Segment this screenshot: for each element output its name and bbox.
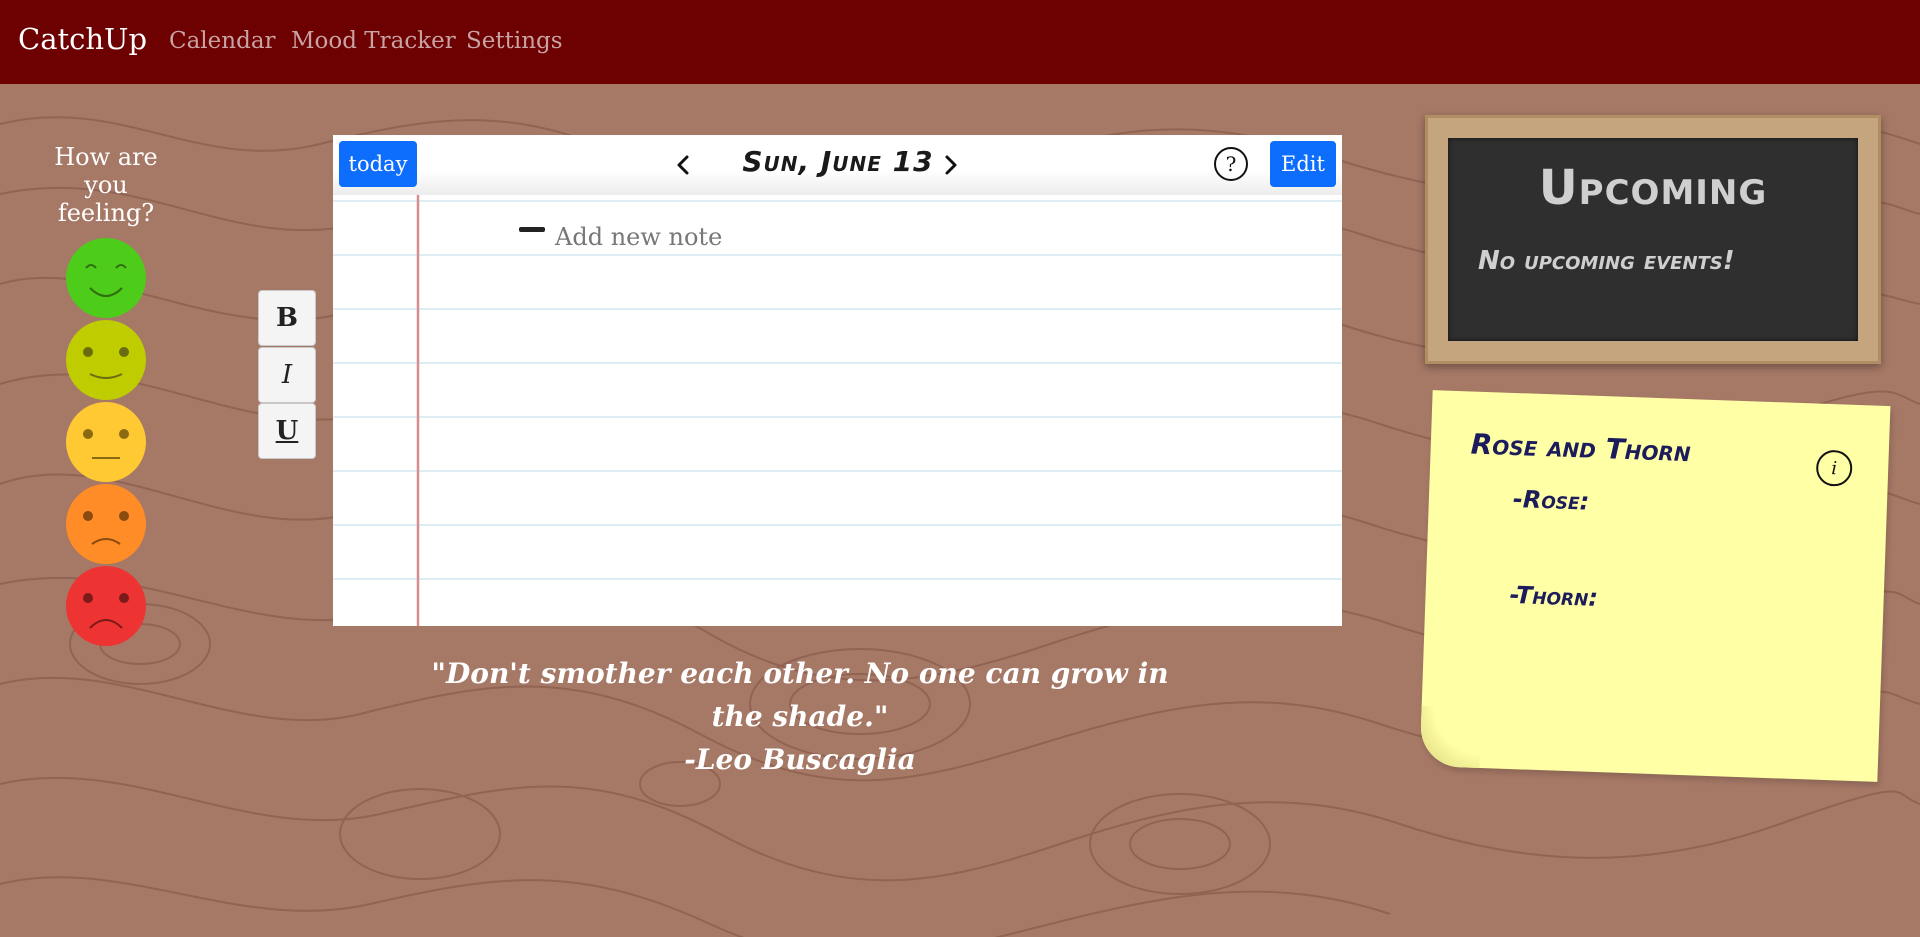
nav-link-calendar[interactable]: Calendar <box>169 28 276 54</box>
prev-day-button[interactable] <box>669 149 697 181</box>
happy-face-icon <box>66 320 146 400</box>
notebook-header: today Sun, June 13 ? Edit <box>333 135 1342 195</box>
add-note-row[interactable]: Add new note <box>519 223 722 251</box>
sad-face-icon <box>66 484 146 564</box>
neutral-face-icon <box>66 402 146 482</box>
notebook-panel: today Sun, June 13 ? Edit Add new note <box>333 135 1342 626</box>
bold-button[interactable]: B <box>258 290 316 346</box>
sticky-title: Rose and Thorn <box>1470 427 1692 469</box>
help-button[interactable]: ? <box>1214 147 1248 181</box>
brand-logo[interactable]: CatchUp <box>18 22 147 56</box>
upcoming-title: Upcoming <box>1538 160 1768 216</box>
notebook-lines <box>333 195 1342 626</box>
thorn-label[interactable]: -Thorn: <box>1509 581 1598 612</box>
nav-link-settings[interactable]: Settings <box>466 28 563 54</box>
chalkboard: Upcoming No upcoming events! <box>1448 138 1858 341</box>
upcoming-empty-text: No upcoming events! <box>1478 246 1735 276</box>
very-happy-face-icon <box>66 238 146 318</box>
chevron-left-icon <box>677 155 689 175</box>
chevron-right-icon <box>945 155 957 175</box>
current-date: Sun, June 13 <box>742 145 934 178</box>
info-button[interactable]: i <box>1815 449 1853 487</box>
top-navbar: CatchUp Calendar Mood Tracker Settings <box>0 0 1920 84</box>
quote-author: -Leo Buscaglia <box>684 743 916 776</box>
rose-thorn-sticky-note: Rose and Thorn i -Rose: -Thorn: <box>1419 390 1891 782</box>
underline-button[interactable]: U <box>258 403 316 459</box>
quote-text: "Don't smother each other. No one can gr… <box>431 657 1169 733</box>
mood-question: How are you feeling? <box>54 143 158 227</box>
mood-sad-button[interactable] <box>66 484 146 564</box>
mood-neutral-button[interactable] <box>66 402 146 482</box>
mood-happy-button[interactable] <box>66 320 146 400</box>
today-button[interactable]: today <box>339 141 417 187</box>
add-note-label: Add new note <box>555 223 723 251</box>
very-sad-face-icon <box>66 566 146 646</box>
mood-very-sad-button[interactable] <box>66 566 146 646</box>
nav-link-mood-tracker[interactable]: Mood Tracker <box>291 28 456 54</box>
mood-very-happy-button[interactable] <box>66 238 146 318</box>
upcoming-frame: Upcoming No upcoming events! <box>1425 115 1881 364</box>
italic-button[interactable]: I <box>258 347 316 403</box>
edit-button[interactable]: Edit <box>1270 141 1336 187</box>
quote-block: "Don't smother each other. No one can gr… <box>420 652 1180 781</box>
next-day-button[interactable] <box>937 149 965 181</box>
rose-label[interactable]: -Rose: <box>1512 485 1589 516</box>
dash-icon <box>519 226 545 232</box>
